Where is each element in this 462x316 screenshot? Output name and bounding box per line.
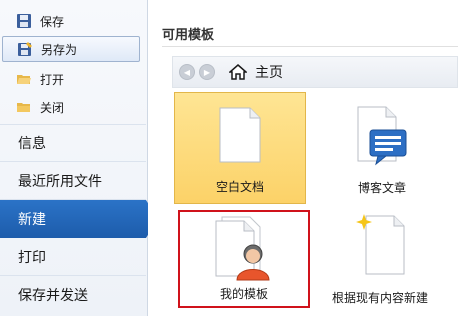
template-blank-document[interactable]: 空白文档: [174, 92, 306, 204]
tile-label: 博客文章: [357, 181, 406, 195]
forward-button[interactable]: ▶: [199, 64, 215, 80]
open-label: 打开: [40, 72, 65, 87]
template-nav-bar: ◀ ▶ 主页: [172, 56, 458, 88]
save-button[interactable]: 保存: [2, 8, 140, 34]
recent-label: 最近所用文件: [18, 174, 102, 190]
template-my-templates[interactable]: 我的模板: [178, 210, 310, 308]
sidebar-item-print[interactable]: 打印: [0, 238, 147, 276]
forward-arrow-icon: ▶: [203, 67, 211, 77]
sidebar-item-info[interactable]: 信息: [0, 124, 147, 162]
sidebar-divider: [0, 199, 146, 200]
tile-label: 根据现有内容新建: [331, 291, 428, 305]
close-folder-icon: [16, 99, 34, 115]
open-button[interactable]: 打开: [2, 66, 140, 92]
close-button[interactable]: 关闭: [2, 94, 140, 120]
page-title: 可用模板: [162, 28, 215, 43]
main-panel: 可用模板 ◀ ▶ 主页 空白文档 博客文章 我的模板 根据现有内容新建: [148, 0, 462, 316]
save-as-label: 另存为: [41, 42, 78, 57]
blog-post-icon: [352, 106, 410, 166]
back-button[interactable]: ◀: [179, 64, 195, 80]
home-icon[interactable]: [228, 63, 248, 81]
open-folder-icon: [16, 71, 34, 87]
breadcrumb[interactable]: 主页: [255, 62, 283, 82]
sidebar-item-new[interactable]: 新建: [0, 200, 158, 238]
my-templates-icon: [208, 216, 282, 282]
tile-label: 我的模板: [219, 287, 268, 301]
info-label: 信息: [18, 136, 46, 152]
save-as-button[interactable]: 另存为: [2, 36, 140, 62]
close-label: 关闭: [40, 100, 65, 115]
save-icon: [16, 13, 34, 29]
sidebar-item-save-send[interactable]: 保存并发送: [0, 276, 147, 314]
print-label: 打印: [18, 250, 46, 266]
sidebar-item-recent[interactable]: 最近所用文件: [0, 162, 147, 200]
save-send-label: 保存并发送: [18, 288, 88, 304]
template-new-from-existing[interactable]: 根据现有内容新建: [314, 206, 446, 314]
blank-document-icon: [219, 107, 261, 163]
heading-divider: [162, 46, 458, 47]
template-blog-post[interactable]: 博客文章: [316, 92, 448, 204]
new-label: 新建: [18, 212, 46, 228]
save-as-icon: [17, 41, 35, 57]
back-arrow-icon: ◀: [183, 67, 191, 77]
tile-label: 空白文档: [215, 180, 264, 194]
backstage-sidebar: 保存 另存为 打开 关闭 信息 最近所用文件 新建 打印 保存并发送: [0, 0, 158, 316]
new-from-existing-icon: [354, 212, 410, 278]
save-label: 保存: [40, 14, 65, 29]
